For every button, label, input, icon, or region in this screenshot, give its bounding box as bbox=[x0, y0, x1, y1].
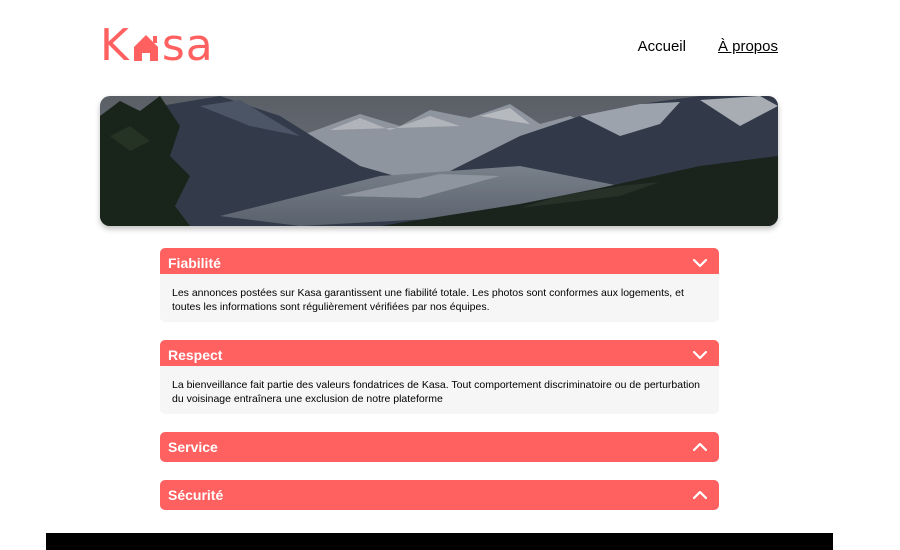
nav-link-a-propos[interactable]: À propos bbox=[718, 38, 778, 55]
collapse-title: Fiabilité bbox=[168, 255, 221, 271]
collapse-service: Service bbox=[160, 432, 719, 462]
collapse-fiabilite: Fiabilité Les annonces postées sur Kasa … bbox=[160, 248, 719, 322]
house-icon bbox=[131, 25, 161, 65]
collapse-title: Sécurité bbox=[168, 487, 224, 503]
chevron-down-icon[interactable] bbox=[693, 350, 707, 360]
logo-letters-sa: sa bbox=[161, 19, 214, 71]
logo-letter-k: K bbox=[100, 19, 130, 71]
mountain-landscape-image bbox=[100, 96, 778, 226]
banner-mountain-image bbox=[100, 96, 778, 226]
nav-link-accueil[interactable]: Accueil bbox=[638, 38, 686, 55]
chevron-up-icon[interactable] bbox=[693, 490, 707, 500]
header: K sa Accueil À propos bbox=[100, 19, 778, 71]
collapse-respect: Respect La bienveillance fait partie des… bbox=[160, 340, 719, 414]
collapse-title: Service bbox=[168, 439, 218, 455]
about-collapse-list: Fiabilité Les annonces postées sur Kasa … bbox=[160, 248, 719, 528]
collapse-securite: Sécurité bbox=[160, 480, 719, 510]
kasa-logo[interactable]: K sa bbox=[100, 19, 214, 71]
collapse-body-respect: La bienveillance fait partie des valeurs… bbox=[160, 366, 719, 414]
collapse-title: Respect bbox=[168, 347, 223, 363]
collapse-header-service[interactable]: Service bbox=[160, 432, 719, 462]
chevron-up-icon[interactable] bbox=[693, 442, 707, 452]
chevron-down-icon[interactable] bbox=[693, 258, 707, 268]
collapse-body-fiabilite: Les annonces postées sur Kasa garantisse… bbox=[160, 274, 719, 322]
main-nav: Accueil À propos bbox=[638, 38, 778, 55]
collapse-header-securite[interactable]: Sécurité bbox=[160, 480, 719, 510]
footer bbox=[46, 533, 833, 550]
